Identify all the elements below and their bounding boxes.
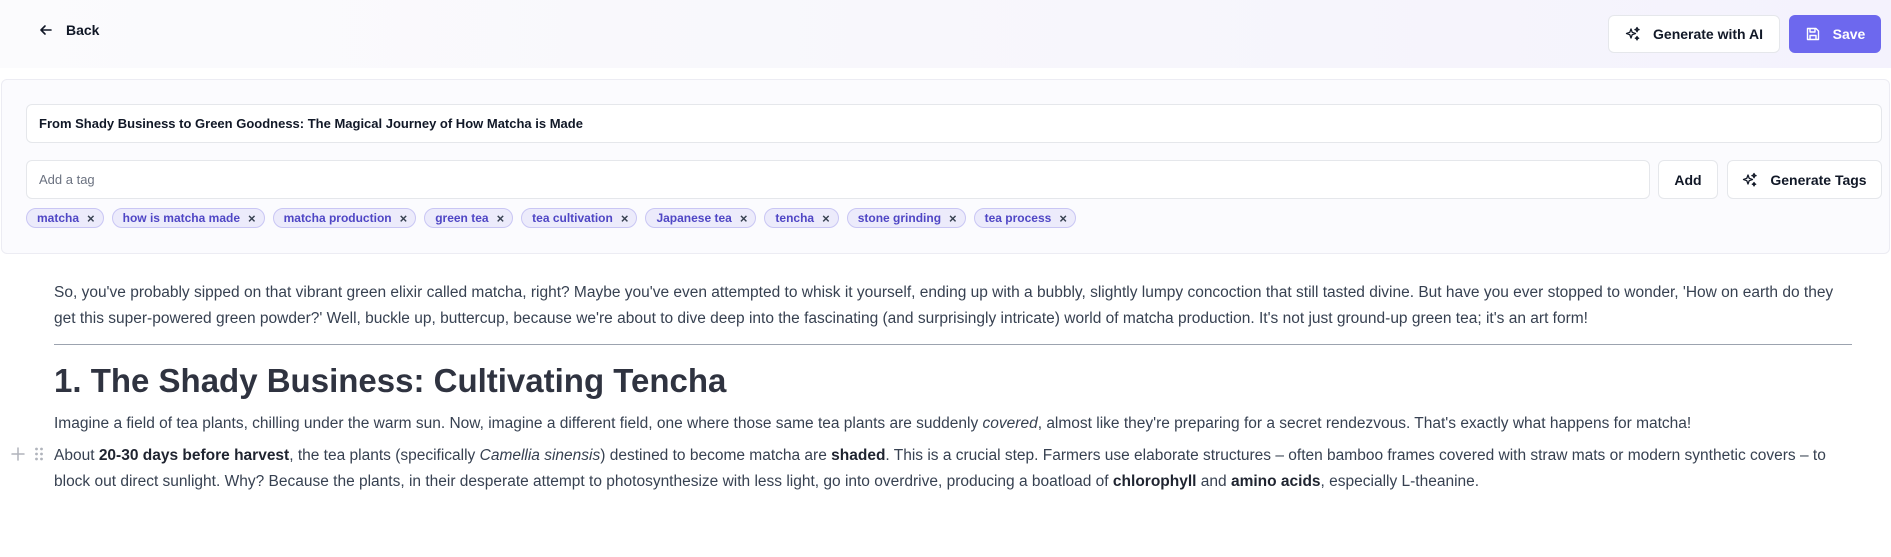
tag-label: how is matcha made [122,211,240,225]
paragraph-shading-intro: Imagine a field of tea plants, chilling … [54,411,1852,437]
bold-text: chlorophyll [1112,473,1197,490]
remove-tag-button[interactable]: × [949,212,957,225]
emphasis-text: covered [982,415,1038,432]
remove-tag-button[interactable]: × [740,212,748,225]
bold-text: 20-30 days before harvest [98,447,290,464]
tag-chip: tea cultivation × [521,208,638,228]
post-meta-panel: From Shady Business to Green Goodness: T… [1,79,1890,254]
remove-tag-button[interactable]: × [497,212,505,225]
tag-chip: how is matcha made × [111,208,265,228]
top-bar: Back Generate with AI Save [0,0,1891,68]
remove-tag-button[interactable]: × [1059,212,1067,225]
floppy-disk-icon [1806,27,1819,41]
tag-chip: Japanese tea × [645,208,757,228]
tag-chip: green tea × [424,208,514,228]
bold-text: amino acids [1230,473,1321,490]
block-gutter [10,446,44,462]
generate-tags-button[interactable]: Generate Tags [1727,160,1882,199]
tag-label: tea process [984,211,1052,225]
text-run: , the tea plants (specifically [289,447,480,464]
text-run: About [54,447,99,464]
horizontal-rule [54,344,1852,345]
tag-label: tencha [775,211,815,225]
remove-tag-button[interactable]: × [87,212,95,225]
title-input[interactable]: From Shady Business to Green Goodness: T… [26,104,1882,143]
save-label: Save [1832,26,1866,42]
generate-tags-label: Generate Tags [1770,171,1867,188]
tag-label: matcha production [283,211,392,225]
sparkles-icon [1743,172,1758,187]
arrow-left-icon [40,25,52,35]
save-button[interactable]: Save [1789,15,1881,53]
generate-with-ai-label: Generate with AI [1653,26,1763,42]
tag-chip: stone grinding × [846,208,966,228]
tag-label: Japanese tea [656,211,732,225]
back-button[interactable]: Back [38,22,99,38]
text-run: , especially L-theanine. [1320,473,1480,490]
emphasis-text: Camellia sinensis [479,447,601,464]
tag-input[interactable]: Add a tag [26,160,1650,199]
sparkles-icon [1625,26,1640,41]
add-tag-button[interactable]: Add [1658,160,1718,199]
paragraph-shading-detail: About 20-30 days before harvest, the tea… [54,443,1852,495]
plus-icon[interactable] [10,446,26,462]
text-run: Imagine a field of tea plants, chilling … [54,415,983,432]
tag-label: green tea [435,211,489,225]
tag-chip: tea process × [973,208,1076,228]
tag-chip: matcha × [26,208,104,228]
drag-handle-icon[interactable] [34,446,44,462]
remove-tag-button[interactable]: × [248,212,256,225]
back-label: Back [66,22,100,38]
tag-label: stone grinding [857,211,942,225]
text-run: , almost like they're preparing for a se… [1037,415,1692,432]
bold-text: shaded [831,447,886,464]
tag-chip: matcha production × [272,208,417,228]
remove-tag-button[interactable]: × [621,212,629,225]
text-run: ) destined to become matcha are [600,447,832,464]
tag-list: matcha × how is matcha made × matcha produ… [26,208,1076,228]
remove-tag-button[interactable]: × [822,212,830,225]
section-heading: 1. The Shady Business: Cultivating Tench… [54,362,727,399]
article-editor[interactable]: So, you've probably sipped on that vibra… [54,280,1852,495]
tag-chip: tencha × [764,208,839,228]
generate-with-ai-button[interactable]: Generate with AI [1608,15,1780,53]
intro-paragraph: So, you've probably sipped on that vibra… [54,284,1834,327]
remove-tag-button[interactable]: × [400,212,408,225]
tag-label: matcha [37,211,80,225]
tag-label: tea cultivation [532,211,613,225]
text-run: and [1196,473,1231,490]
